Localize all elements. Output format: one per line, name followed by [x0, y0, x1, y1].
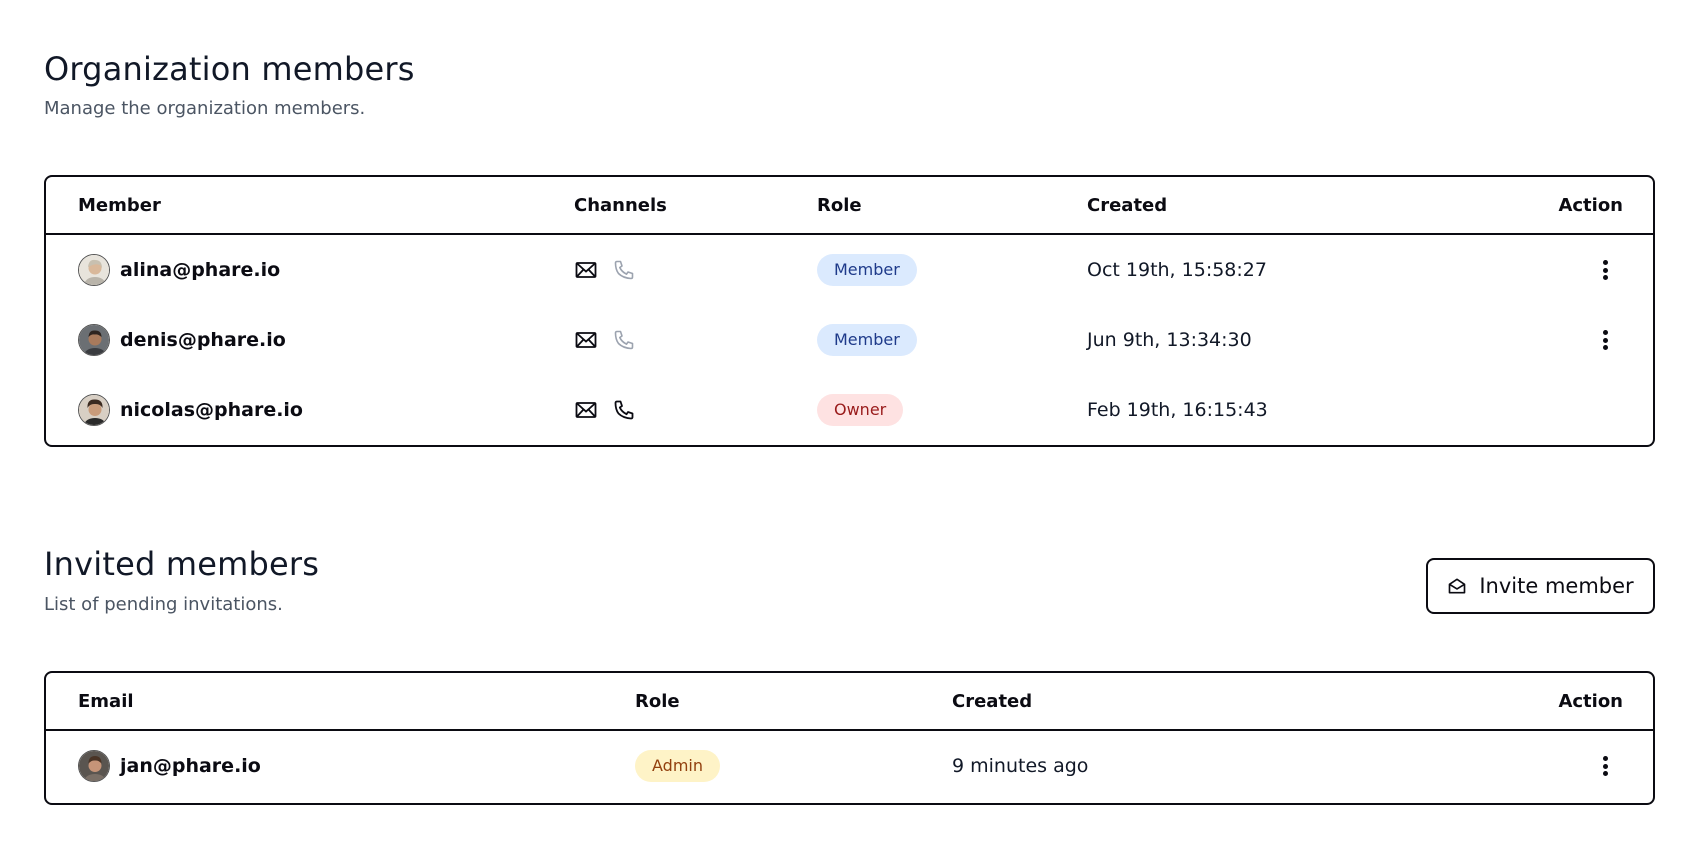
avatar: [78, 254, 110, 286]
action-cell: [1593, 731, 1617, 801]
avatar: [78, 750, 110, 782]
table-row: nicolas@phare.io Owner Feb 19th, 16:15:4…: [46, 375, 1653, 445]
invites-table: Email Role Created Action jan@phare.io A…: [44, 671, 1655, 805]
mail-icon: [575, 332, 597, 348]
member-email: nicolas@phare.io: [120, 399, 303, 421]
role-cell: Member: [817, 305, 917, 375]
more-vertical-icon[interactable]: [1593, 328, 1617, 352]
action-cell: [1593, 305, 1617, 375]
member-email: alina@phare.io: [120, 259, 281, 281]
column-header-created: Created: [952, 691, 1033, 712]
org-members-description: Manage the organization members.: [44, 98, 366, 119]
role-badge: Member: [817, 324, 917, 356]
invited-members-description: List of pending invitations.: [44, 594, 283, 615]
invite-member-label: Invite member: [1479, 574, 1634, 598]
created-cell: Oct 19th, 15:58:27: [1087, 235, 1267, 305]
more-vertical-icon[interactable]: [1593, 754, 1617, 778]
envelope-open-icon: [1449, 578, 1466, 594]
column-header-role: Role: [635, 691, 680, 712]
member-cell: denis@phare.io: [78, 305, 286, 375]
column-header-email: Email: [78, 691, 134, 712]
phone-icon: [614, 260, 634, 280]
column-header-member: Member: [78, 195, 161, 216]
created-cell: 9 minutes ago: [952, 731, 1088, 801]
table-row: denis@phare.io Member Jun 9th, 13:34:30: [46, 305, 1653, 375]
column-header-action: Action: [1558, 195, 1623, 216]
avatar: [78, 324, 110, 356]
column-header-channels: Channels: [574, 195, 667, 216]
invite-email: jan@phare.io: [120, 755, 261, 777]
role-badge: Admin: [635, 750, 720, 782]
invite-member-button[interactable]: Invite member: [1426, 558, 1655, 614]
created-date: Jun 9th, 13:34:30: [1087, 329, 1252, 351]
channels-cell: [574, 375, 636, 445]
member-cell: alina@phare.io: [78, 235, 280, 305]
created-date: Oct 19th, 15:58:27: [1087, 259, 1267, 281]
column-header-role: Role: [817, 195, 862, 216]
org-members-title: Organization members: [44, 50, 415, 88]
column-header-created: Created: [1087, 195, 1168, 216]
role-cell: Admin: [635, 731, 720, 801]
table-row: alina@phare.io Member Oct 19th, 15:58:27: [46, 235, 1653, 305]
member-email: denis@phare.io: [120, 329, 286, 351]
phone-icon: [614, 330, 634, 350]
role-cell: Owner: [817, 375, 904, 445]
created-cell: Jun 9th, 13:34:30: [1087, 305, 1252, 375]
mail-icon: [575, 402, 597, 418]
created-date: 9 minutes ago: [952, 755, 1089, 777]
channels-cell: [574, 305, 636, 375]
table-row: jan@phare.io Admin 9 minutes ago: [46, 731, 1653, 801]
channels-cell: [574, 235, 636, 305]
more-vertical-icon[interactable]: [1593, 258, 1617, 282]
invites-table-header: Email Role Created Action: [46, 673, 1653, 731]
avatar: [78, 394, 110, 426]
column-header-action: Action: [1558, 691, 1623, 712]
mail-icon: [575, 262, 597, 278]
created-date: Feb 19th, 16:15:43: [1087, 399, 1268, 421]
invite-email-cell: jan@phare.io: [78, 731, 261, 801]
members-table: Member Channels Role Created Action alin…: [44, 175, 1655, 447]
created-cell: Feb 19th, 16:15:43: [1087, 375, 1268, 445]
invited-members-title: Invited members: [44, 545, 320, 583]
members-table-header: Member Channels Role Created Action: [46, 177, 1653, 235]
role-badge: Owner: [817, 394, 904, 426]
role-badge: Member: [817, 254, 917, 286]
action-cell: [1593, 235, 1617, 305]
phone-icon: [614, 400, 634, 420]
role-cell: Member: [817, 235, 917, 305]
member-cell: nicolas@phare.io: [78, 375, 303, 445]
